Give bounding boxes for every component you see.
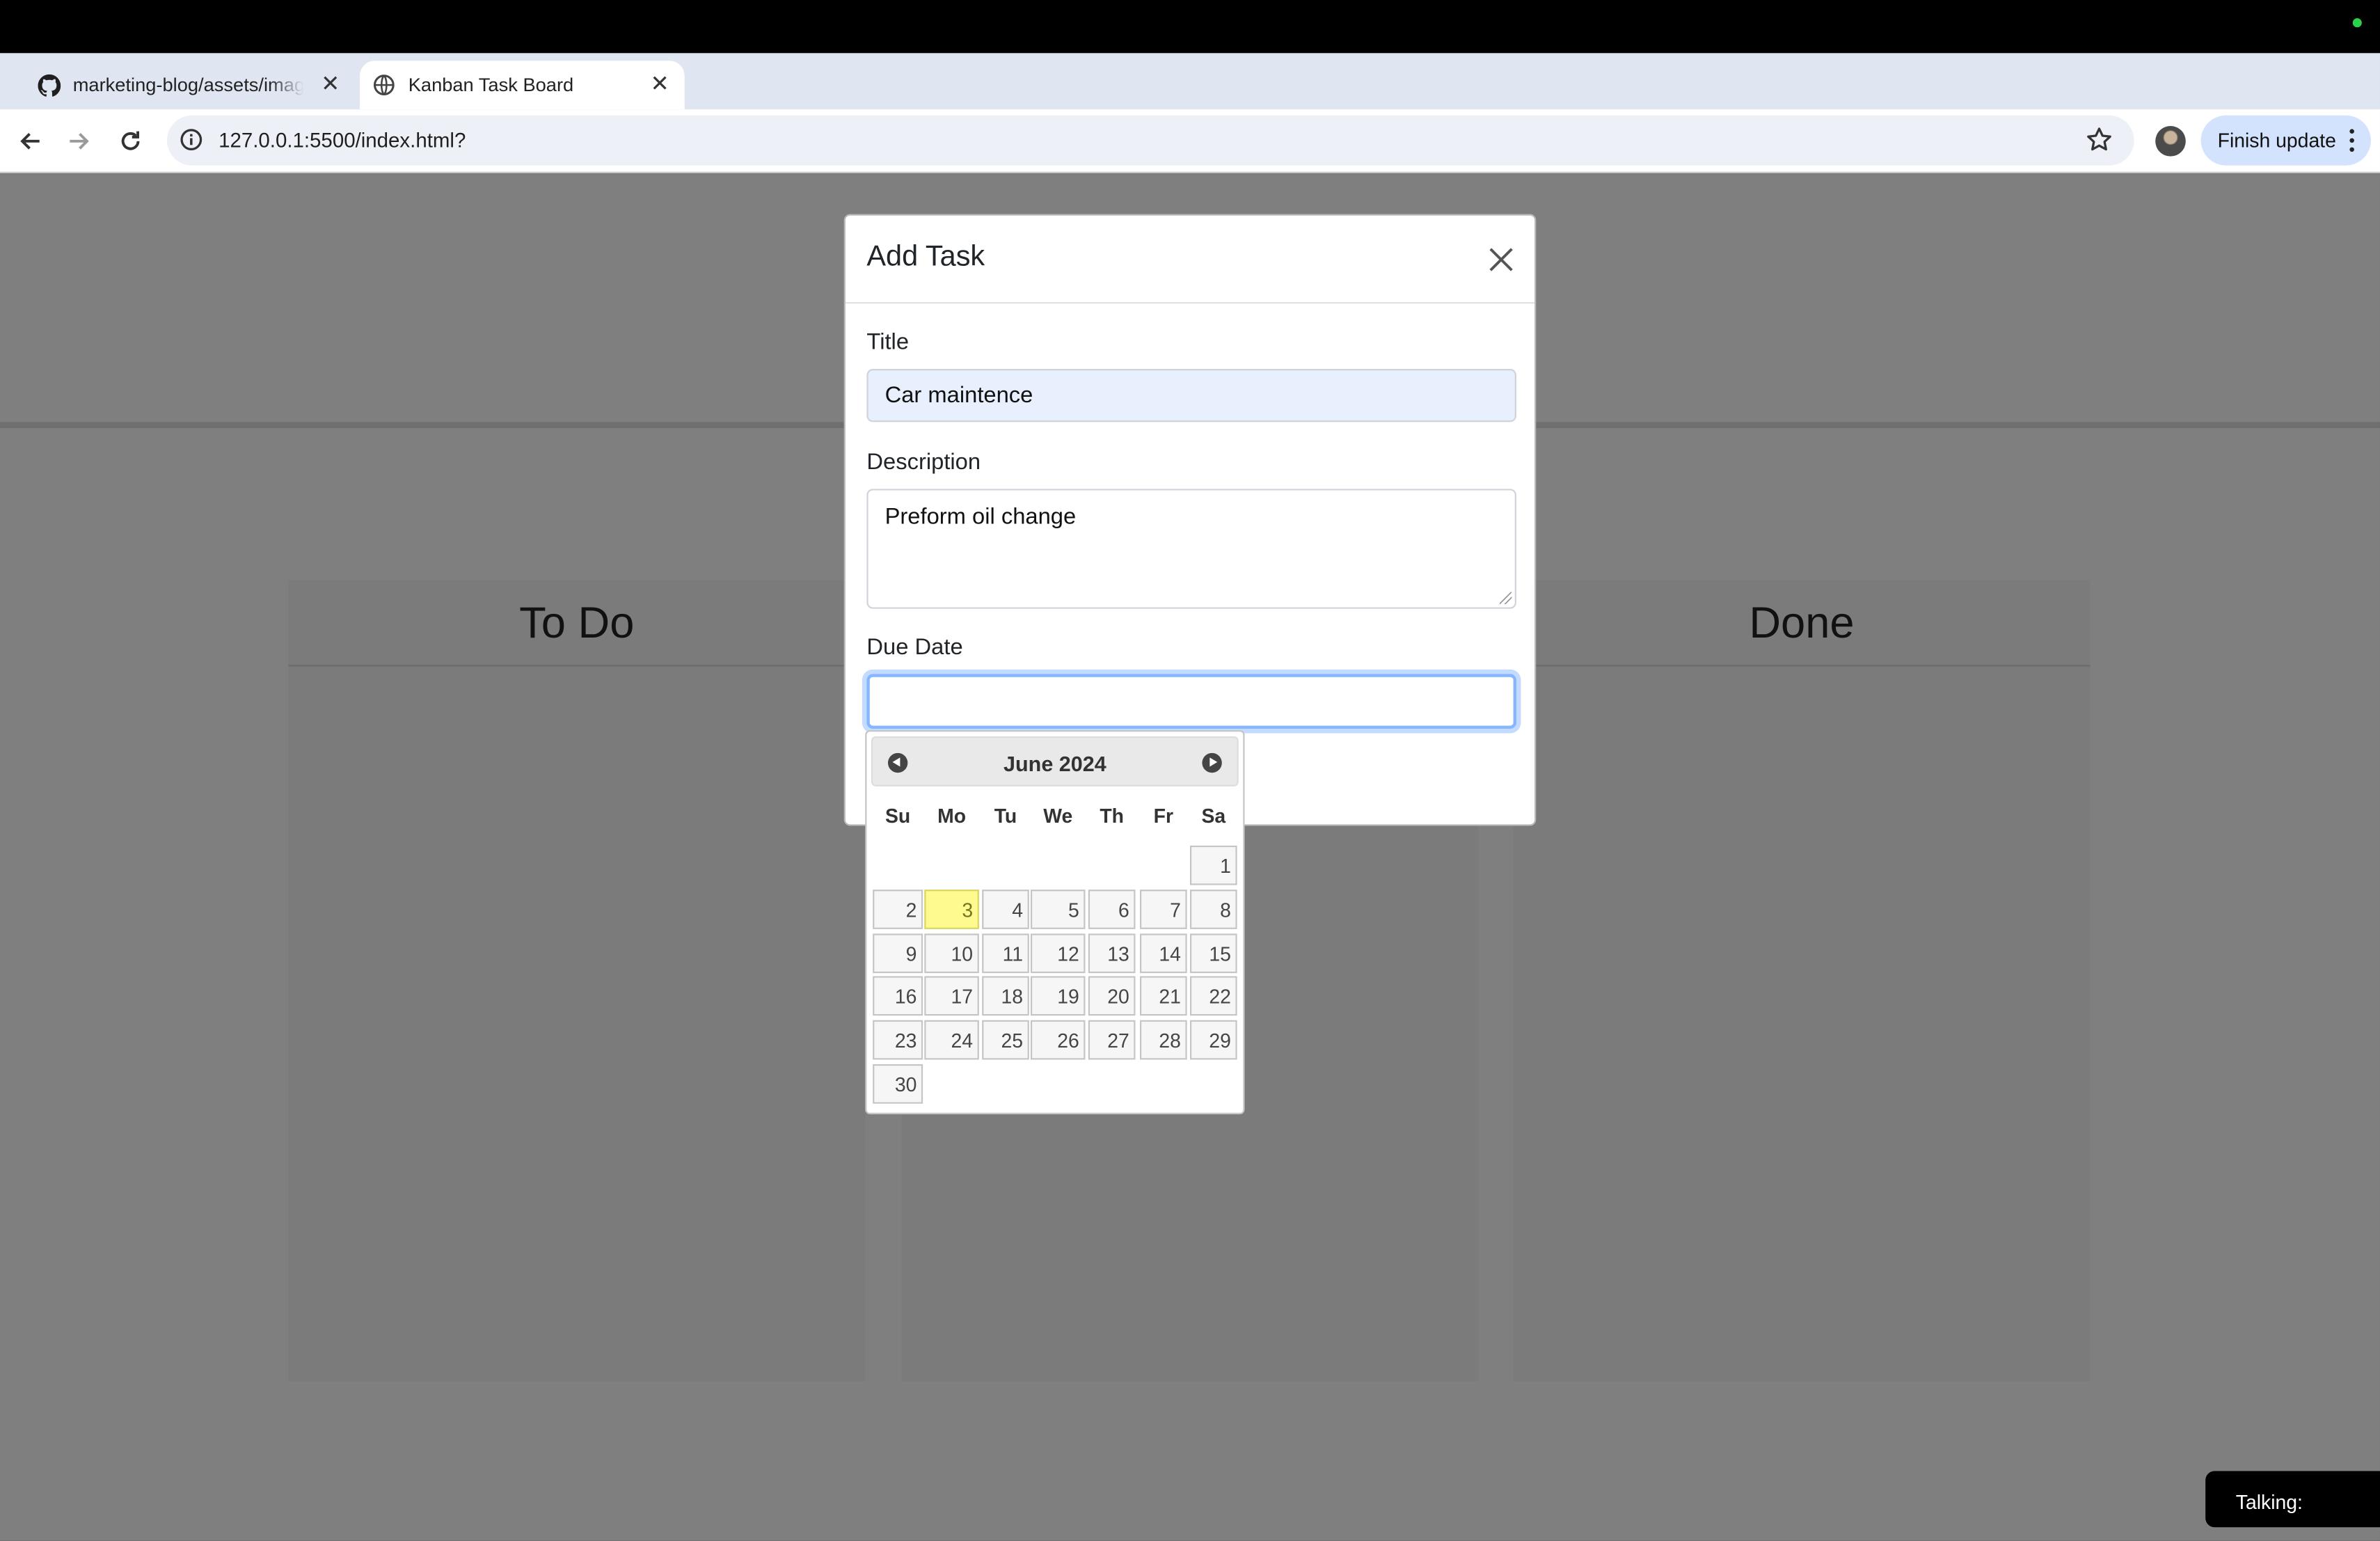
tab-title: marketing-blog/assets/images (72, 74, 304, 96)
title-label: Title (866, 329, 910, 356)
description-textarea[interactable]: Preform oil change (866, 489, 1516, 609)
resize-handle-icon[interactable] (1499, 592, 1512, 605)
day-cell[interactable]: 21 (1140, 976, 1187, 1016)
day-cell[interactable]: 9 (873, 933, 923, 974)
reload-icon[interactable] (116, 126, 146, 157)
datepicker-month: June 2024 (1003, 751, 1106, 776)
bookmark-star-icon[interactable] (2086, 126, 2113, 161)
day-cell[interactable]: 18 (982, 976, 1029, 1016)
day-cell[interactable]: 10 (924, 933, 979, 974)
close-tab-icon[interactable]: ✕ (650, 72, 669, 97)
screen: marketing-blog/assets/images ✕ Kanban Ta… (0, 0, 2380, 1541)
column-title: To Do (288, 580, 866, 667)
due-date-input[interactable] (866, 674, 1516, 729)
more-options-icon[interactable] (2349, 129, 2356, 156)
tab-title: Kanban Task Board (408, 74, 574, 96)
day-cell[interactable]: 7 (1140, 890, 1187, 929)
day-cell[interactable]: 15 (1189, 933, 1237, 974)
profile-avatar[interactable] (2155, 126, 2186, 157)
close-tab-icon[interactable]: ✕ (321, 72, 340, 97)
url-text: 127.0.0.1:5500/index.html? (219, 129, 466, 152)
day-cell[interactable]: 16 (873, 976, 923, 1016)
day-cell[interactable]: 26 (1030, 1020, 1086, 1060)
tab-kanban[interactable]: Kanban Task Board ✕ (359, 61, 685, 110)
day-cell[interactable]: 11 (982, 933, 1029, 974)
finish-update-label: Finish update (2217, 129, 2336, 152)
day-cell[interactable]: 27 (1088, 1020, 1136, 1060)
talking-indicator: Talking: (2205, 1471, 2380, 1528)
day-cell[interactable]: 14 (1140, 933, 1187, 974)
next-month-icon[interactable] (1202, 752, 1222, 773)
weekday-label: Mo (937, 804, 967, 828)
address-bar[interactable]: 127.0.0.1:5500/index.html? (166, 115, 2134, 166)
description-text: Preform oil change (884, 504, 1077, 530)
day-cell[interactable]: 25 (982, 1020, 1029, 1060)
tab-github[interactable]: marketing-blog/assets/images ✕ (24, 61, 355, 109)
column-done: Done (1513, 580, 2091, 1382)
due-date-label: Due Date (866, 634, 963, 661)
day-cell[interactable]: 23 (873, 1020, 923, 1060)
day-cell[interactable]: 4 (982, 890, 1029, 929)
site-info-icon[interactable] (179, 127, 203, 159)
day-cell[interactable]: 19 (1030, 976, 1086, 1016)
day-cell[interactable]: 22 (1189, 976, 1237, 1016)
day-cell[interactable]: 6 (1088, 890, 1136, 929)
weekday-label: Fr (1153, 804, 1174, 828)
column-todo: To Do (288, 580, 866, 1382)
column-title: Done (1513, 580, 2091, 667)
day-cell-today[interactable]: 3 (924, 890, 979, 929)
day-cell[interactable]: 13 (1088, 933, 1136, 974)
title-input[interactable]: Car maintence (866, 369, 1516, 422)
weekday-label: Tu (994, 804, 1017, 828)
day-cell[interactable]: 29 (1189, 1020, 1237, 1060)
github-icon (36, 73, 61, 97)
day-cell[interactable]: 2 (873, 890, 923, 929)
description-label: Description (866, 449, 981, 475)
modal-header: Add Task (845, 216, 1535, 304)
back-arrow-icon[interactable] (15, 126, 46, 157)
day-cell[interactable]: 20 (1088, 976, 1136, 1016)
close-icon[interactable] (1486, 244, 1516, 275)
weekday-label: Th (1100, 804, 1124, 828)
browser-tab-bar: marketing-blog/assets/images ✕ Kanban Ta… (0, 53, 2380, 152)
weekday-label: We (1043, 804, 1073, 828)
datepicker-header: June 2024 (871, 736, 1239, 787)
browser-toolbar: 127.0.0.1:5500/index.html? Finish update (0, 109, 2380, 173)
day-cell[interactable]: 24 (924, 1020, 979, 1060)
weekday-label: Sa (1201, 804, 1226, 828)
day-cell[interactable]: 12 (1030, 933, 1086, 974)
day-cell[interactable]: 28 (1140, 1020, 1187, 1060)
forward-arrow-icon[interactable] (64, 126, 95, 157)
globe-icon (372, 73, 396, 97)
day-cell[interactable]: 30 (873, 1064, 923, 1104)
modal-title: Add Task (866, 241, 985, 274)
finish-update-button[interactable]: Finish update (2200, 115, 2371, 166)
recording-indicator-icon (2352, 18, 2362, 28)
day-cell[interactable]: 5 (1030, 890, 1086, 929)
datepicker: June 2024 Su Mo Tu We Th Fr Sa 1 2 3 4 5 6 7 8 9 10 11 12… (865, 730, 1245, 1114)
day-cell[interactable]: 17 (924, 976, 979, 1016)
day-cell[interactable]: 8 (1189, 890, 1237, 929)
system-top-bar (0, 0, 2380, 54)
day-cell[interactable]: 1 (1189, 845, 1237, 885)
weekday-label: Su (885, 804, 911, 828)
